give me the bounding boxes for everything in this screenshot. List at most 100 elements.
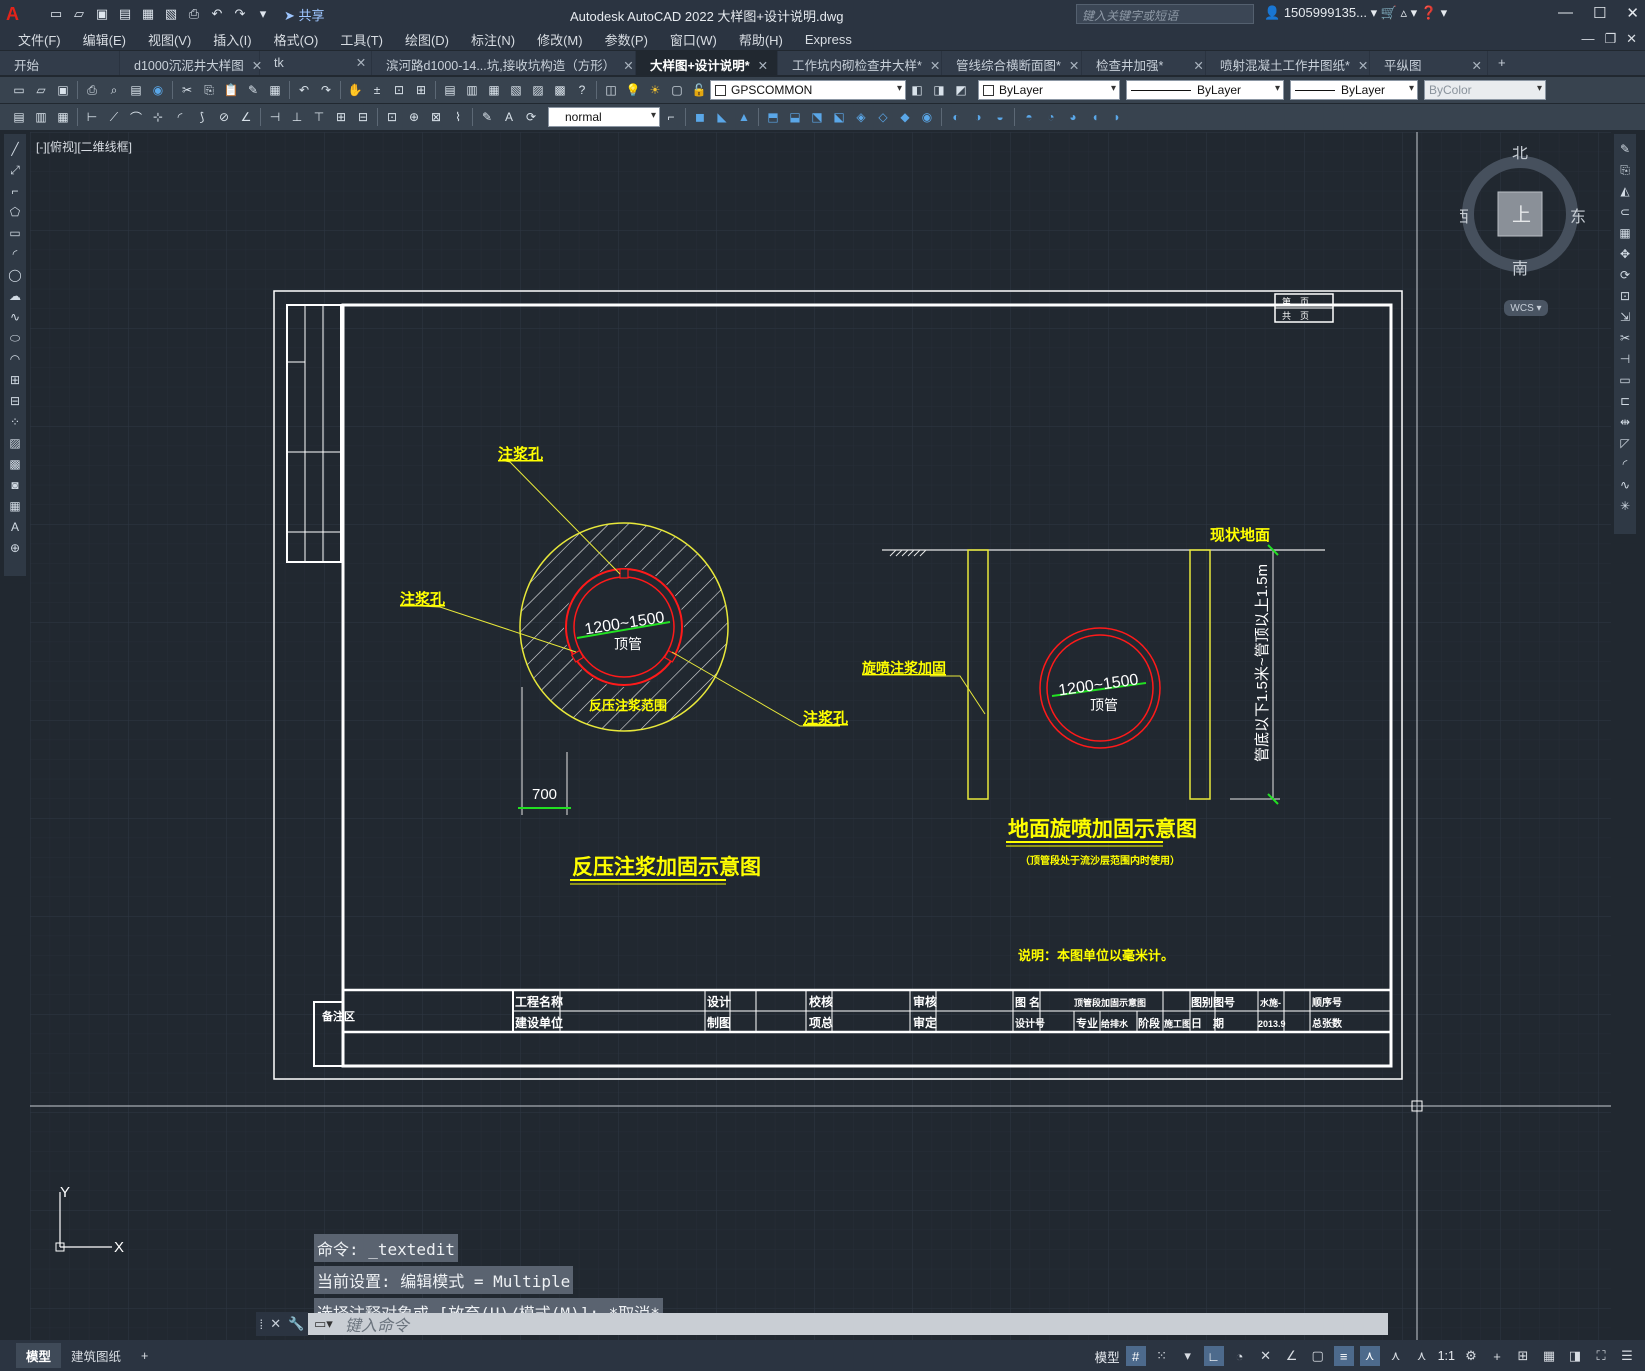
close-icon[interactable]: ✕ <box>270 1316 281 1332</box>
cut-icon[interactable]: ✂ <box>176 80 198 100</box>
dim-style-icon[interactable]: ⌐ <box>660 107 682 127</box>
calculator-icon[interactable]: ▩ <box>549 80 571 100</box>
center-mark-icon[interactable]: ⊕ <box>403 107 425 127</box>
tab-inspection-well-detail[interactable]: 工作坑内砌检查井大样* ✕ <box>778 51 942 75</box>
ellipse-icon[interactable]: ⬭ <box>6 329 24 347</box>
jogged-icon[interactable]: ⟆ <box>191 107 213 127</box>
offset-icon[interactable]: ⊂ <box>1616 203 1634 221</box>
layer-properties-icon[interactable]: ◫ <box>600 80 622 100</box>
dim-break-icon[interactable]: ⊟ <box>352 107 374 127</box>
shell-icon[interactable]: ◕ <box>1062 107 1084 127</box>
clean-icon[interactable]: ◗ <box>1106 107 1128 127</box>
plotstyle-dropdown[interactable]: ByColor ▾ <box>1424 80 1546 100</box>
redo-icon[interactable]: ↷ <box>230 5 250 23</box>
region-icon[interactable]: ◙ <box>6 476 24 494</box>
separate-icon[interactable]: ◔ <box>1040 107 1062 127</box>
menu-file[interactable]: 文件(F) <box>0 30 72 49</box>
design-center-icon[interactable]: ▥ <box>461 80 483 100</box>
customize-wrench-icon[interactable]: 🔧 <box>288 1316 304 1332</box>
baseline-icon[interactable]: ⊥ <box>286 107 308 127</box>
add-layout-button[interactable]: + <box>131 1346 158 1366</box>
doc-close-button[interactable]: ✕ <box>1626 31 1637 47</box>
viewcube[interactable]: 上 北 南 西 东 <box>1453 144 1600 326</box>
dim-update-icon[interactable]: ⟳ <box>520 107 542 127</box>
match-prop-icon[interactable]: ✎ <box>242 80 264 100</box>
open-web-icon[interactable]: ▦ <box>138 5 158 23</box>
tab-close-icon[interactable]: ✕ <box>758 59 768 73</box>
linetype-dropdown[interactable]: ByLayer ▾ <box>1126 80 1284 100</box>
scale-icon[interactable]: ⊡ <box>1616 287 1634 305</box>
tab-tk[interactable]: tk ✕ <box>260 51 372 75</box>
open-file-icon[interactable]: ▱ <box>69 5 89 23</box>
tolerance-icon[interactable]: ⊡ <box>381 107 403 127</box>
command-input[interactable]: ▭▾ 键入命令 <box>308 1313 1388 1335</box>
arc-icon[interactable]: ◜ <box>6 245 24 263</box>
polar-tracking-icon[interactable]: ◔ <box>1230 1346 1250 1366</box>
fillet-icon[interactable]: ◜ <box>1616 455 1634 473</box>
stack-icon[interactable]: ▦ <box>52 107 74 127</box>
save-icon[interactable]: ▣ <box>92 5 112 23</box>
circle-icon[interactable]: ◯ <box>6 266 24 284</box>
intersect-icon[interactable]: ◉ <box>916 107 938 127</box>
make-current-layer-icon[interactable]: ◧ <box>906 80 928 100</box>
menu-insert[interactable]: 插入(I) <box>202 30 262 49</box>
zoom-window-icon[interactable]: ⊡ <box>388 80 410 100</box>
save-as-icon[interactable]: ▤ <box>115 5 135 23</box>
wcs-menu-button[interactable]: WCS ▾ <box>1504 300 1548 316</box>
arc-length-icon[interactable]: ⌒ <box>125 107 147 127</box>
solid-cone-icon[interactable]: ▲ <box>733 107 755 127</box>
spline-icon[interactable]: ∿ <box>6 308 24 326</box>
tool-palettes-icon[interactable]: ▦ <box>483 80 505 100</box>
extract-edges-icon[interactable]: ◓ <box>1018 107 1040 127</box>
tab-model[interactable]: 模型 <box>16 1343 62 1368</box>
annotation-scale-value[interactable]: 1:1 <box>1438 1349 1455 1363</box>
explode-icon[interactable]: ✳ <box>1616 497 1634 515</box>
chart-icon[interactable]: ▥ <box>30 107 52 127</box>
hatch-icon[interactable]: ▨ <box>6 434 24 452</box>
tab-close-icon[interactable]: ✕ <box>1358 59 1368 73</box>
object-snap-icon[interactable]: ▢ <box>1308 1346 1328 1366</box>
dim-edit-icon[interactable]: ✎ <box>476 107 498 127</box>
close-button[interactable]: ✕ <box>1626 4 1639 22</box>
make-block-icon[interactable]: ⊟ <box>6 392 24 410</box>
preview-icon[interactable]: ⌕ <box>103 80 125 100</box>
compass-west[interactable]: 西 <box>1453 209 1469 226</box>
layer-on-icon[interactable]: 💡 <box>622 80 644 100</box>
autocad-logo-icon[interactable]: A <box>6 3 32 25</box>
angular-icon[interactable]: ∠ <box>235 107 257 127</box>
save-web-icon[interactable]: ▧ <box>161 5 181 23</box>
publish-icon[interactable]: ▤ <box>125 80 147 100</box>
tab-close-icon[interactable]: ✕ <box>356 56 366 70</box>
units-icon[interactable]: ⊞ <box>1513 1346 1533 1366</box>
solid-box-icon[interactable]: ◼ <box>689 107 711 127</box>
trim-icon[interactable]: ✂ <box>1616 329 1634 347</box>
multiline-text-icon[interactable]: A <box>6 518 24 536</box>
copy-object-icon[interactable]: ⎘ <box>1616 161 1634 179</box>
tab-close-icon[interactable]: ✕ <box>1193 59 1203 73</box>
jogged-linear-icon[interactable]: ⌇ <box>447 107 469 127</box>
blend-curves-icon[interactable]: ∿ <box>1616 476 1634 494</box>
compass-east[interactable]: 东 <box>1570 208 1586 226</box>
tab-close-icon[interactable]: ✕ <box>623 59 633 73</box>
layer-state-icon[interactable]: ◩ <box>950 80 972 100</box>
tab-shotcrete-well[interactable]: 喷射混凝土工作井图纸* ✕ <box>1206 51 1370 75</box>
revision-cloud-icon[interactable]: ☁ <box>6 287 24 305</box>
menu-help[interactable]: 帮助(H) <box>728 30 794 49</box>
pan-icon[interactable]: ✋ <box>344 80 366 100</box>
undo-icon[interactable]: ↶ <box>293 80 315 100</box>
minimize-button[interactable]: — <box>1558 4 1573 22</box>
quick-dim-icon[interactable]: ⊣ <box>264 107 286 127</box>
gradient-icon[interactable]: ▩ <box>6 455 24 473</box>
tab-profile[interactable]: 平纵图 ✕ <box>1370 51 1488 75</box>
recent-commands-icon[interactable]: ▭▾ <box>314 1316 333 1332</box>
isodraft-icon[interactable]: ✕ <box>1256 1346 1276 1366</box>
compass-south[interactable]: 南 <box>1512 260 1528 278</box>
dim-text-edit-icon[interactable]: A <box>498 107 520 127</box>
model-space-toggle[interactable]: 模型 <box>1095 1347 1120 1366</box>
dim-space-icon[interactable]: ⊞ <box>330 107 352 127</box>
annotation-scale-icon[interactable]: ⋏ <box>1412 1346 1432 1366</box>
linear-dim-icon[interactable]: ⊢ <box>81 107 103 127</box>
markup-icon[interactable]: ▨ <box>527 80 549 100</box>
menu-window[interactable]: 窗口(W) <box>659 30 728 49</box>
chamfer-icon[interactable]: ◸ <box>1616 434 1634 452</box>
